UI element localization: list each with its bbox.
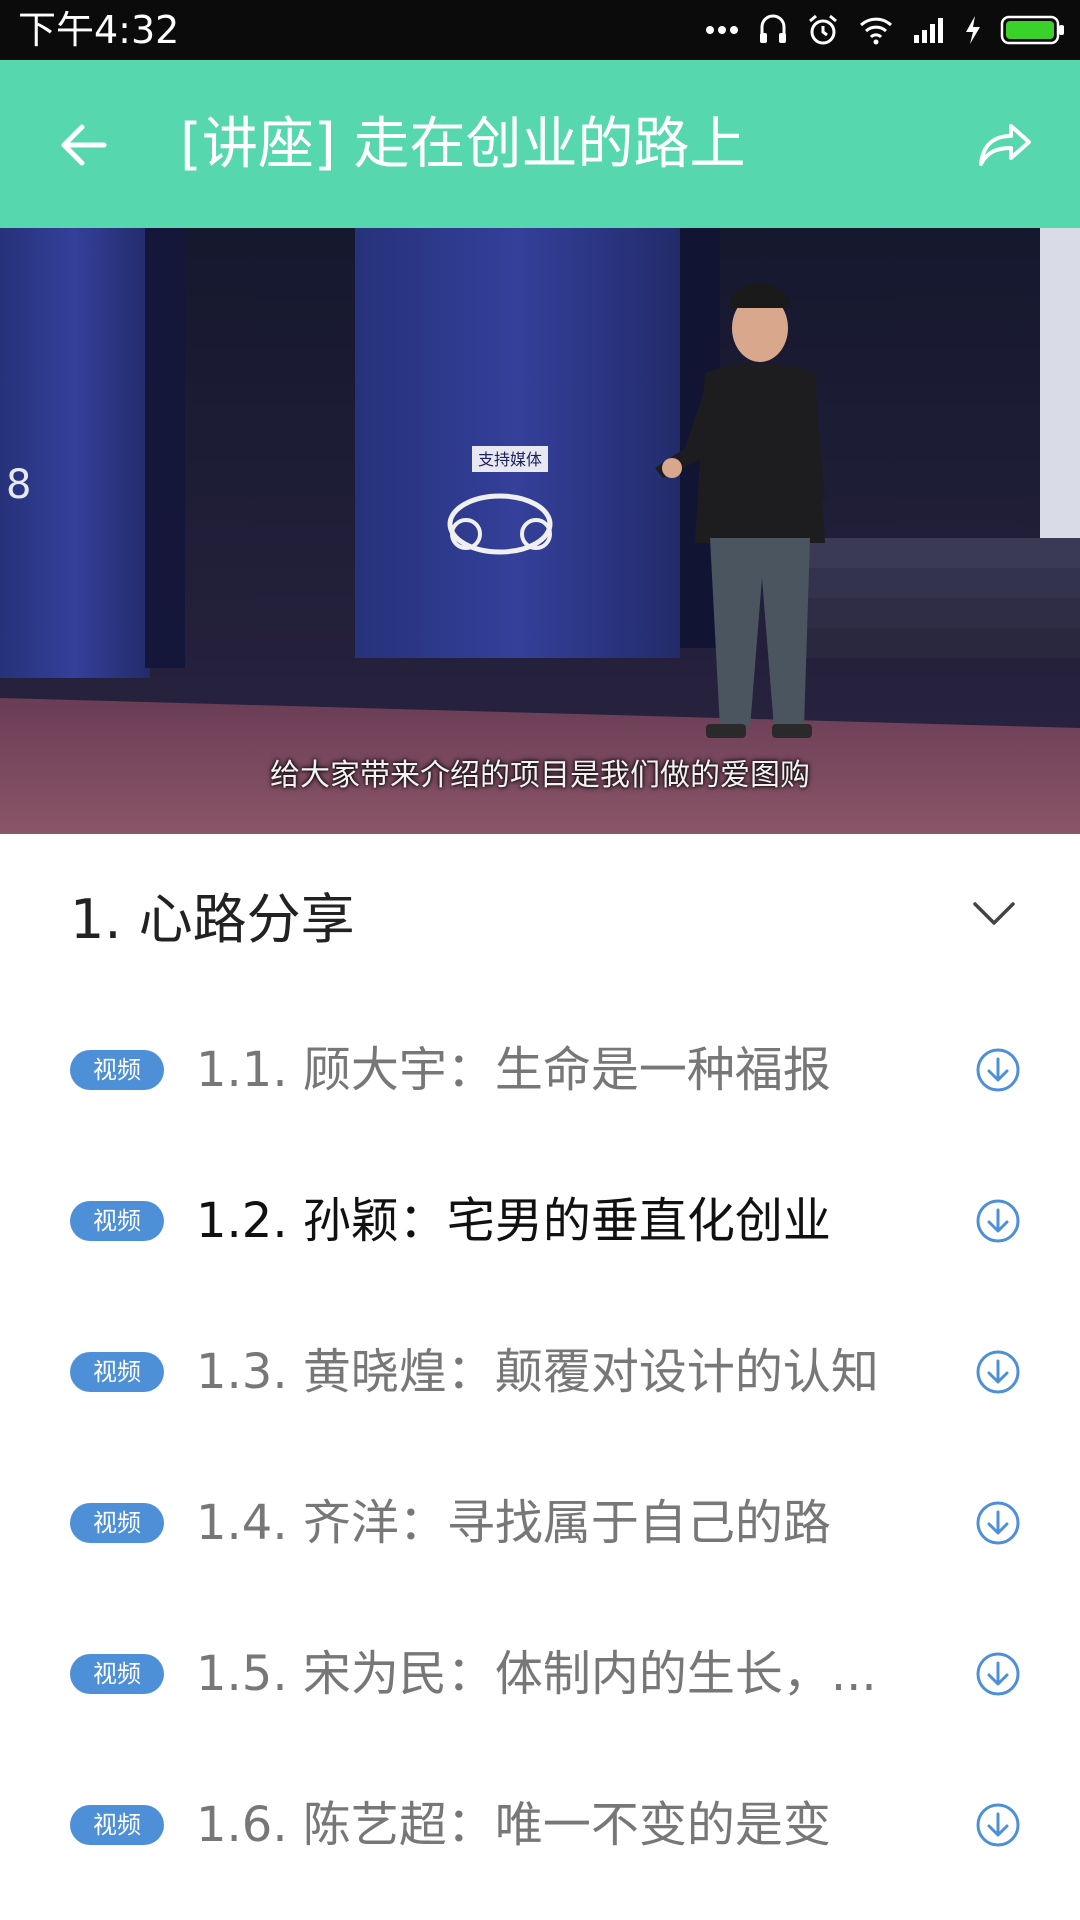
- video-player[interactable]: 支持媒体 8 给大家带来介绍的项目是我们做的爱图购: [0, 228, 1080, 834]
- lesson-title: 1.6. 陈艺超：唯一不变的是变: [196, 1796, 831, 1853]
- share-icon: [979, 124, 1031, 166]
- headset-icon: [758, 13, 788, 47]
- signal-icon: [912, 15, 946, 45]
- status-time: 下午4:32: [18, 8, 180, 52]
- download-icon: [976, 1048, 1020, 1091]
- lesson-item[interactable]: 视频 1.4. 齐洋：寻找属于自己的路: [0, 1447, 1080, 1598]
- more-icon: [704, 24, 740, 36]
- video-subtitle: 给大家带来介绍的项目是我们做的爱图购: [270, 758, 810, 793]
- stage-number: 8: [6, 462, 31, 508]
- chevron-down-icon: [973, 902, 1015, 925]
- download-icon: [976, 1501, 1020, 1544]
- lesson-item[interactable]: 视频 1.6. 陈艺超：唯一不变的是变: [0, 1749, 1080, 1900]
- back-arrow-icon: [61, 124, 107, 166]
- video-frame: 支持媒体 8: [0, 228, 1080, 834]
- chapter-title: 1. 心路分享: [70, 888, 355, 951]
- download-icon: [976, 1350, 1020, 1393]
- chapter-toggle[interactable]: [966, 886, 1022, 942]
- video-badge: 视频: [70, 1200, 164, 1241]
- chapter-header[interactable]: 1. 心路分享: [0, 834, 1080, 994]
- lesson-list: 视频 1.1. 顾大宇：生命是一种福报 视频 1.2. 孙颖：宅男的垂直化创业 …: [0, 994, 1080, 1900]
- alarm-icon: [806, 13, 840, 47]
- share-button[interactable]: [970, 110, 1040, 180]
- app-bar: [讲座] 走在创业的路上: [0, 60, 1080, 228]
- banner-text: 支持媒体: [478, 450, 542, 469]
- lesson-title: 1.5. 宋为民：体制内的生长，...: [196, 1645, 877, 1702]
- battery-icon: [1000, 14, 1066, 46]
- video-badge: 视频: [70, 1049, 164, 1090]
- lesson-title: 1.3. 黄晓煌：颠覆对设计的认知: [196, 1343, 879, 1400]
- lesson-title: 1.1. 顾大宇：生命是一种福报: [196, 1041, 831, 1098]
- download-button[interactable]: [974, 1197, 1022, 1245]
- lesson-title: 1.2. 孙颖：宅男的垂直化创业: [196, 1192, 831, 1249]
- lesson-item[interactable]: 视频 1.5. 宋为民：体制内的生长，...: [0, 1598, 1080, 1749]
- status-icons: [704, 10, 1066, 50]
- lesson-item-active[interactable]: 视频 1.2. 孙颖：宅男的垂直化创业: [0, 1145, 1080, 1296]
- status-bar: 下午4:32: [0, 0, 1080, 60]
- download-button[interactable]: [974, 1348, 1022, 1396]
- download-icon: [976, 1803, 1020, 1846]
- video-badge: 视频: [70, 1502, 164, 1543]
- download-button[interactable]: [974, 1046, 1022, 1094]
- download-button[interactable]: [974, 1499, 1022, 1547]
- page-title: [讲座] 走在创业的路上: [180, 112, 746, 177]
- download-button[interactable]: [974, 1801, 1022, 1849]
- charging-icon: [964, 15, 982, 45]
- video-badge: 视频: [70, 1804, 164, 1845]
- video-badge: 视频: [70, 1653, 164, 1694]
- download-icon: [976, 1199, 1020, 1242]
- download-button[interactable]: [974, 1650, 1022, 1698]
- lesson-item[interactable]: 视频 1.3. 黄晓煌：颠覆对设计的认知: [0, 1296, 1080, 1447]
- back-button[interactable]: [48, 110, 118, 180]
- video-badge: 视频: [70, 1351, 164, 1392]
- lesson-title: 1.4. 齐洋：寻找属于自己的路: [196, 1494, 831, 1551]
- lesson-item[interactable]: 视频 1.1. 顾大宇：生命是一种福报: [0, 994, 1080, 1145]
- download-icon: [976, 1652, 1020, 1695]
- wifi-icon: [858, 15, 894, 45]
